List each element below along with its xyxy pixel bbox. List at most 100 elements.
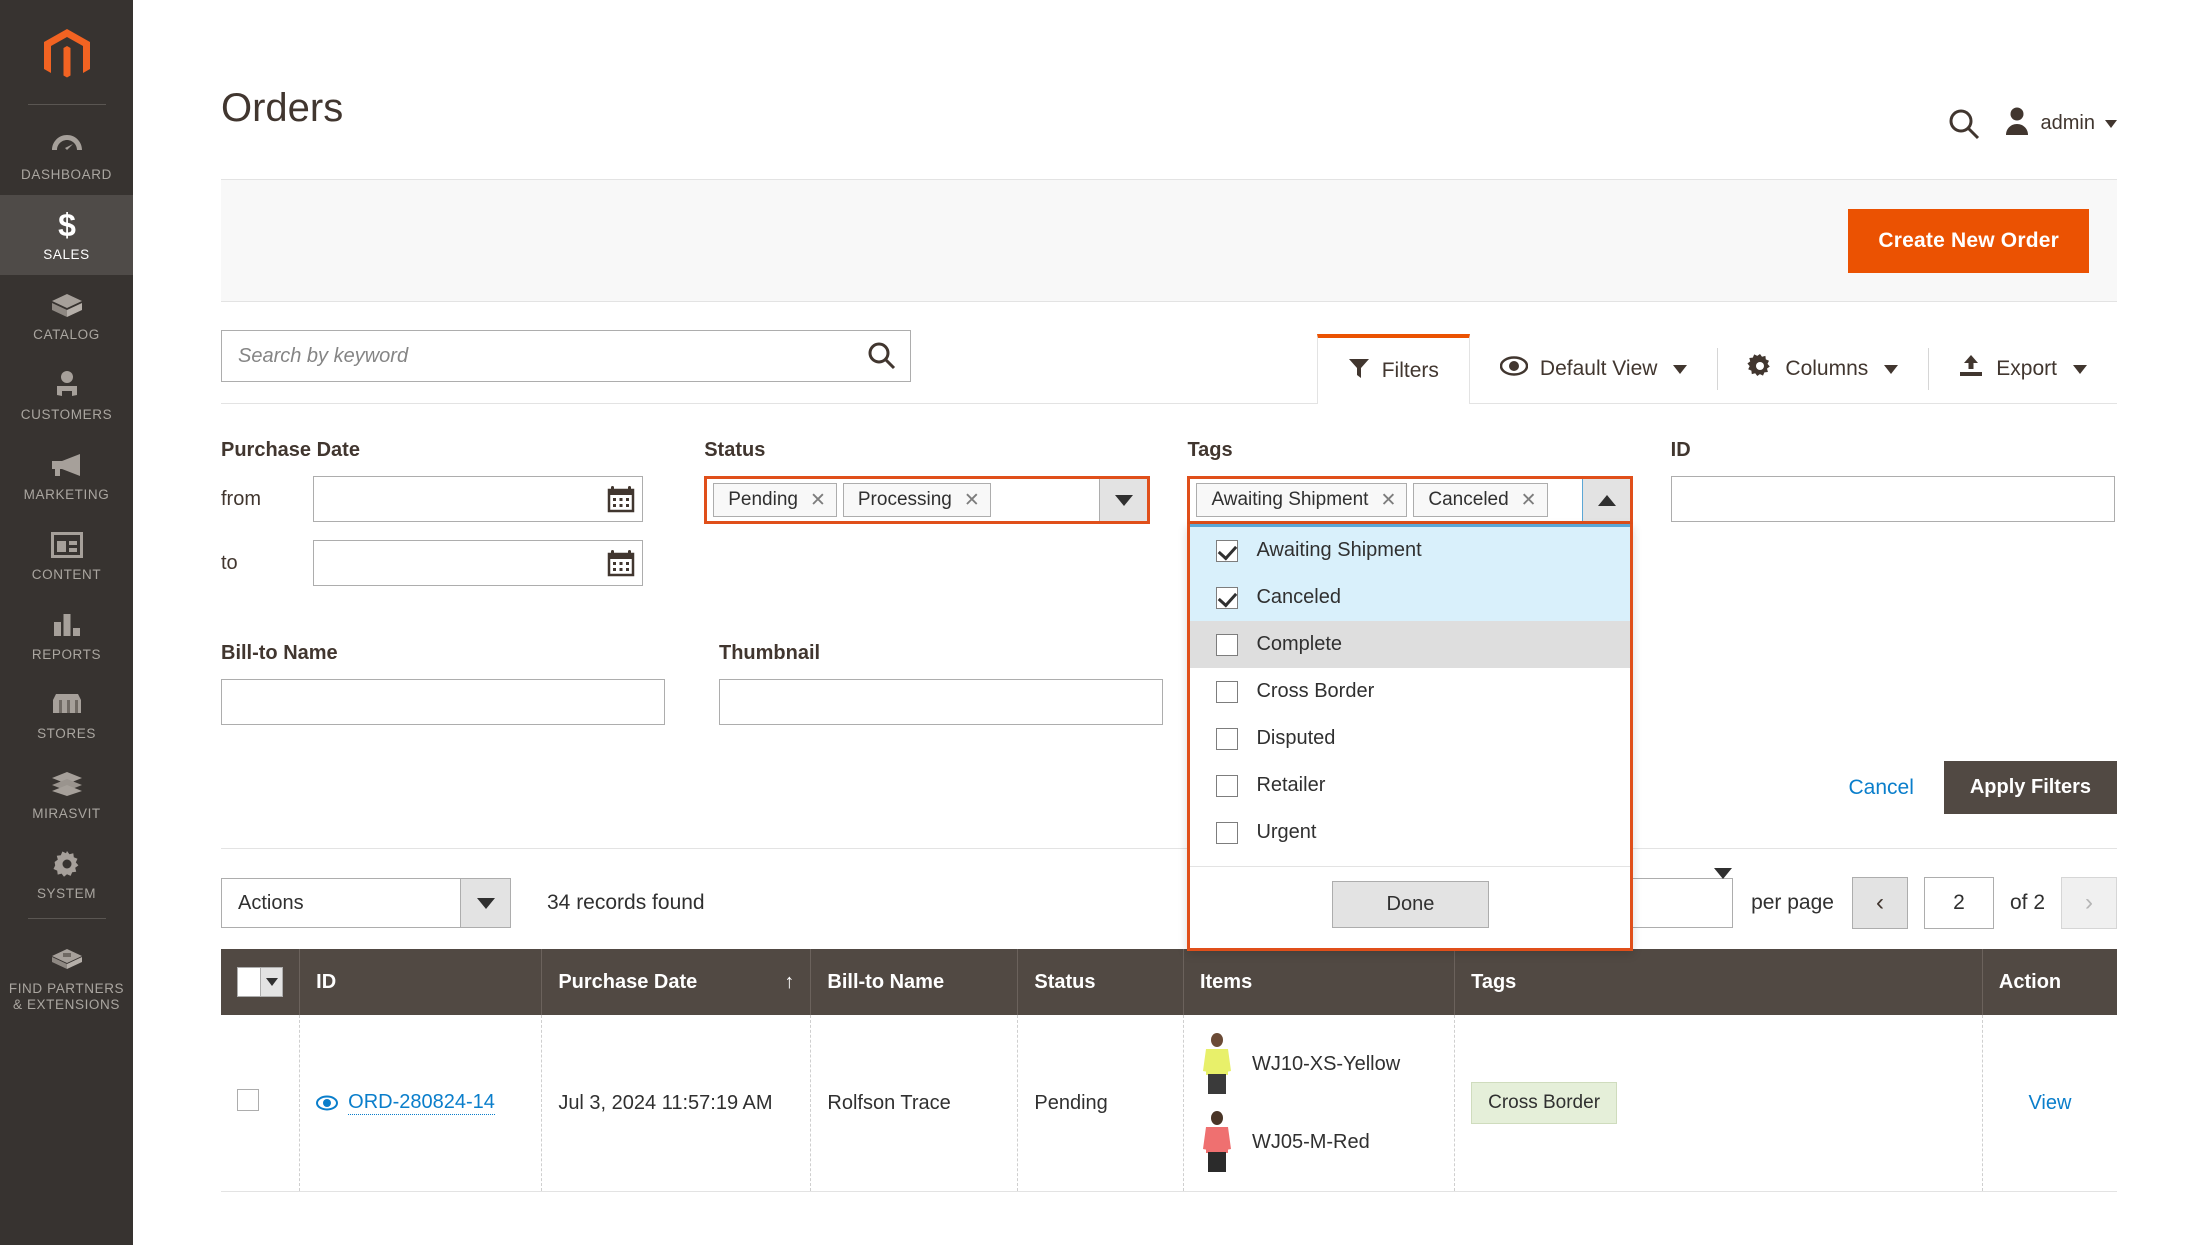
search-submit-icon[interactable] xyxy=(867,341,897,371)
remove-chip-icon[interactable]: ✕ xyxy=(1521,491,1537,510)
tags-option-complete[interactable]: Complete xyxy=(1190,621,1631,668)
tags-chip[interactable]: Canceled ✕ xyxy=(1413,483,1548,517)
tags-chip[interactable]: Awaiting Shipment ✕ xyxy=(1196,483,1408,517)
layout-icon xyxy=(4,529,129,561)
tags-option-label: Cross Border xyxy=(1256,680,1375,702)
crate-icon xyxy=(4,943,129,975)
cell-action: View xyxy=(1982,1015,2117,1192)
remove-chip-icon[interactable]: ✕ xyxy=(1380,491,1396,510)
page-number-input[interactable] xyxy=(1923,877,1994,929)
purchase-date-from-input[interactable] xyxy=(313,476,643,522)
bill-to-name-input[interactable] xyxy=(221,679,665,725)
filter-label-purchase-date: Purchase Date xyxy=(221,439,360,461)
prev-page-button[interactable]: ‹ xyxy=(1851,877,1908,929)
th-items[interactable]: Items xyxy=(1183,949,1456,1015)
status-multiselect[interactable]: Pending ✕ Processing ✕ xyxy=(704,476,1151,524)
tags-option-retailer[interactable]: Retailer xyxy=(1190,762,1630,809)
tags-option-disputed[interactable]: Disputed xyxy=(1190,715,1630,762)
filter-thumbnail: Thumbnail xyxy=(719,642,1217,725)
sidebar-item-system[interactable]: SYSTEM xyxy=(0,834,133,914)
mass-select-control[interactable] xyxy=(237,967,283,997)
purchase-date-to-input[interactable] xyxy=(313,540,643,586)
th-action-label: Action xyxy=(1998,970,2062,993)
th-tags-label: Tags xyxy=(1471,970,1517,993)
sidebar-item-stores[interactable]: STORES xyxy=(0,674,133,754)
apply-filters-button[interactable]: Apply Filters xyxy=(1943,761,2117,814)
create-new-order-button[interactable]: Create New Order xyxy=(1848,208,2089,273)
tab-columns[interactable]: Columns xyxy=(1717,334,1928,404)
tab-export[interactable]: Export xyxy=(1928,334,2117,404)
order-id-link[interactable]: ORD-280824-14 xyxy=(348,1091,495,1115)
checkbox-icon[interactable] xyxy=(1216,586,1239,609)
chevron-down-icon[interactable] xyxy=(1714,868,1733,927)
sidebar-item-customers[interactable]: CUSTOMERS xyxy=(0,355,133,435)
page-total-label: of 2 xyxy=(2009,891,2045,914)
tags-option-urgent[interactable]: Urgent xyxy=(1190,809,1630,856)
checkbox-icon[interactable] xyxy=(1216,727,1239,750)
product-thumbnail xyxy=(1200,1111,1234,1173)
tags-dropdown-toggle[interactable] xyxy=(1582,479,1631,521)
tags-option-canceled[interactable]: Canceled xyxy=(1190,574,1631,621)
sidebar-label-reports: REPORTS xyxy=(31,646,102,662)
sidebar-item-mirasvit[interactable]: MIRASVIT xyxy=(0,754,133,834)
checkbox-icon[interactable] xyxy=(1216,774,1239,797)
search-input[interactable] xyxy=(221,330,911,382)
status-chip[interactable]: Processing ✕ xyxy=(842,483,991,517)
eye-view-icon[interactable] xyxy=(316,1095,339,1111)
sidebar-item-catalog[interactable]: CATALOG xyxy=(0,275,133,355)
chevron-down-icon[interactable] xyxy=(460,879,510,927)
th-action: Action xyxy=(1982,949,2117,1015)
tags-multiselect[interactable]: Awaiting Shipment ✕ Canceled ✕ Awaiting … xyxy=(1187,476,1634,951)
next-page-button[interactable]: › xyxy=(2061,877,2117,929)
tags-option-awaiting-shipment[interactable]: Awaiting Shipment xyxy=(1190,527,1631,574)
th-bill-to-name[interactable]: Bill-to Name xyxy=(810,949,1019,1015)
filter-tags: Tags Awaiting Shipment ✕ Canceled ✕ Awai… xyxy=(1187,439,1670,951)
cell-row-select[interactable] xyxy=(221,1015,301,1192)
cancel-filters-link[interactable]: Cancel xyxy=(1848,776,1913,800)
view-order-link[interactable]: View xyxy=(2028,1092,2071,1114)
tags-option-cross-border[interactable]: Cross Border xyxy=(1190,668,1630,715)
th-mass-select[interactable] xyxy=(221,949,301,1015)
sidebar-item-marketing[interactable]: MARKETING xyxy=(0,435,133,515)
filter-label-id: ID xyxy=(1670,439,1691,461)
th-id[interactable]: ID xyxy=(299,949,543,1015)
toolbar-divider xyxy=(221,403,2117,404)
calendar-icon[interactable] xyxy=(607,549,635,577)
remove-chip-icon[interactable]: ✕ xyxy=(810,491,826,510)
sidebar-item-dashboard[interactable]: DASHBOARD xyxy=(0,115,133,195)
checkbox-icon[interactable] xyxy=(1216,539,1239,562)
id-field xyxy=(1670,476,2115,522)
row-checkbox[interactable] xyxy=(237,1089,259,1111)
cell-tags: Cross Border xyxy=(1454,1015,1983,1192)
sidebar-item-content[interactable]: CONTENT xyxy=(0,515,133,595)
th-status[interactable]: Status xyxy=(1017,949,1184,1015)
date-from-field xyxy=(313,476,643,522)
thumbnail-input[interactable] xyxy=(719,679,1163,725)
calendar-icon[interactable] xyxy=(607,485,635,513)
checkbox-icon[interactable] xyxy=(1216,633,1239,656)
tab-default-view[interactable]: Default View xyxy=(1470,334,1718,404)
sidebar-item-find-partners[interactable]: FIND PARTNERS & EXTENSIONS xyxy=(0,929,133,1025)
tags-done-button[interactable]: Done xyxy=(1331,881,1490,928)
grid-toolbar-left: Actions 34 records found xyxy=(221,878,705,928)
remove-chip-icon[interactable]: ✕ xyxy=(964,491,980,510)
tab-filters[interactable]: Filters xyxy=(1316,334,1470,404)
th-tags[interactable]: Tags xyxy=(1454,949,1983,1015)
id-input[interactable] xyxy=(1670,476,2115,522)
status-chip[interactable]: Pending ✕ xyxy=(713,483,837,517)
user-menu[interactable]: admin xyxy=(2003,106,2117,141)
table-row[interactable]: ORD-280824-14 Jul 3, 2024 11:57:19 AM Ro… xyxy=(221,1015,2117,1192)
sidebar-item-sales[interactable]: $ SALES xyxy=(0,194,133,275)
magento-logo[interactable] xyxy=(0,18,133,100)
sidebar-item-reports[interactable]: REPORTS xyxy=(0,595,133,675)
actions-select[interactable]: Actions xyxy=(221,878,511,928)
th-status-label: Status xyxy=(1034,970,1096,993)
gear-icon xyxy=(4,848,129,880)
search-icon[interactable] xyxy=(1947,107,1981,141)
th-purchase-date[interactable]: Purchase Date ↑ xyxy=(541,949,812,1015)
status-dropdown-toggle[interactable] xyxy=(1099,479,1148,521)
cell-id: ORD-280824-14 xyxy=(299,1015,543,1192)
product-thumbnail xyxy=(1200,1033,1234,1095)
checkbox-icon[interactable] xyxy=(1216,680,1239,703)
checkbox-icon[interactable] xyxy=(1216,821,1239,844)
